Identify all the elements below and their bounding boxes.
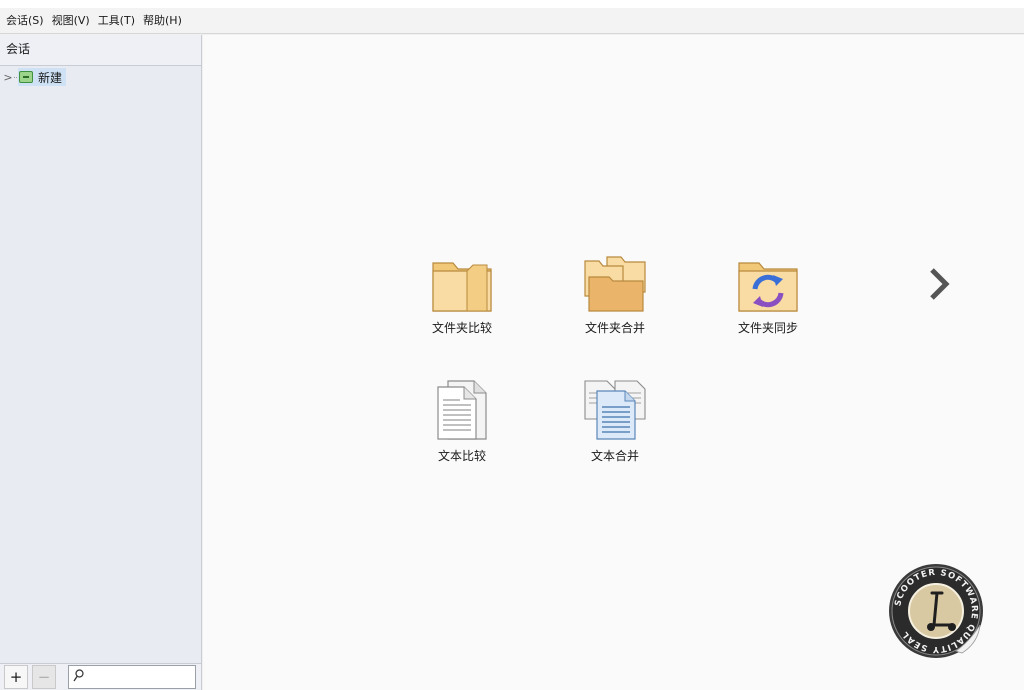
tile-label: 文本比较 — [437, 449, 486, 463]
menubar: 会话(S) 视图(V) 工具(T) 帮助(H) — [0, 8, 1024, 34]
sidebar-header: 会话 — [0, 35, 201, 66]
menu-view[interactable]: 视图(V) — [50, 9, 96, 33]
menu-tools[interactable]: 工具(T) — [96, 9, 141, 33]
text-compare-tile[interactable]: 文本比较 — [412, 377, 512, 477]
tile-label: 文件夹同步 — [737, 321, 798, 335]
chevron-right-icon — [930, 268, 950, 300]
window-top-strip — [0, 0, 1024, 8]
quality-seal: SCOOTER SOFTWARE QUALITY SEAL — [886, 561, 986, 661]
tile-label: 文本合并 — [590, 449, 639, 463]
folder-merge-tile[interactable]: 文件夹合并 — [565, 249, 665, 349]
text-compare-icon — [437, 380, 487, 440]
text-merge-tile[interactable]: 文本合并 — [565, 377, 665, 477]
menu-help[interactable]: 帮助(H) — [141, 9, 188, 33]
tree-item-new[interactable]: 新建 — [18, 68, 67, 86]
folder-compare-icon — [432, 262, 492, 312]
menu-session[interactable]: 会话(S) — [4, 9, 50, 33]
tree-row-new: > 新建 — [2, 68, 67, 86]
add-session-button[interactable]: + — [4, 665, 28, 689]
session-search — [68, 665, 196, 689]
search-icon — [73, 669, 84, 682]
session-folder-icon — [19, 71, 33, 83]
folder-sync-icon — [738, 262, 798, 312]
tree-connector — [14, 76, 17, 78]
sidebar-footer: + − — [0, 663, 201, 690]
tree-item-label: 新建 — [38, 70, 63, 85]
remove-session-button[interactable]: − — [32, 665, 56, 689]
next-page-button[interactable] — [919, 261, 959, 307]
text-merge-icon — [584, 380, 646, 440]
home-view: 文件夹比较 文件夹合并 文件夹同步 文本比较 文本合并 SCOOTER SOFT… — [203, 35, 1024, 690]
search-input[interactable] — [87, 668, 191, 686]
tile-label: 文件夹合并 — [584, 321, 645, 335]
chevron-right-icon[interactable]: > — [2, 71, 14, 84]
folder-merge-icon — [584, 256, 646, 312]
tile-label: 文件夹比较 — [431, 321, 492, 335]
quality-seal-icon: SCOOTER SOFTWARE QUALITY SEAL — [889, 564, 983, 658]
folder-compare-tile[interactable]: 文件夹比较 — [412, 249, 512, 349]
session-sidebar: 会话 > 新建 + − — [0, 35, 202, 690]
folder-sync-tile[interactable]: 文件夹同步 — [718, 249, 818, 349]
